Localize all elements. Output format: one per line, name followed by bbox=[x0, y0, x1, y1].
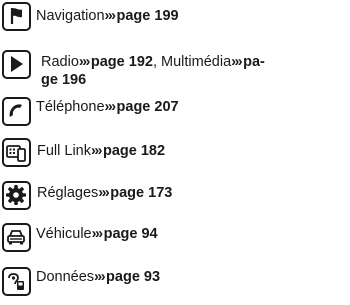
arrows-icon: ››› bbox=[98, 185, 110, 201]
flag-icon bbox=[2, 2, 31, 31]
page-reference[interactable]: page 207 bbox=[117, 99, 179, 115]
entry-label: Full Link bbox=[37, 143, 91, 159]
phone-icon bbox=[2, 97, 31, 126]
entry-text: Réglages››› page 173 bbox=[37, 185, 172, 202]
page-reference[interactable]: page 173 bbox=[110, 185, 172, 201]
entry-label: Réglages bbox=[37, 185, 99, 201]
entry-text: Téléphone››› page 207 bbox=[36, 99, 179, 116]
play-icon bbox=[2, 50, 31, 79]
entry-text-continued: ge 196 bbox=[41, 72, 86, 89]
page-reference[interactable]: ge 196 bbox=[41, 72, 86, 88]
entry-text: Full Link››› page 182 bbox=[37, 143, 165, 160]
gear-icon bbox=[2, 181, 31, 210]
arrows-icon: ››› bbox=[104, 8, 117, 24]
separator: , bbox=[152, 54, 162, 70]
arrows-icon: ››› bbox=[231, 54, 243, 70]
entry-text: Données››› page 93 bbox=[36, 269, 160, 286]
page-reference[interactable]: page 192 bbox=[91, 54, 153, 70]
entry-text: Véhicule››› page 94 bbox=[36, 226, 158, 243]
arrows-icon: ››› bbox=[104, 99, 117, 115]
arrows-icon: ››› bbox=[91, 143, 103, 159]
entry-label: Radio bbox=[41, 54, 79, 70]
entry-text: Navigation››› page 199 bbox=[36, 8, 179, 25]
page-reference[interactable]: pa- bbox=[243, 54, 265, 70]
page-reference[interactable]: page 94 bbox=[104, 226, 158, 242]
page-reference[interactable]: page 199 bbox=[117, 8, 179, 24]
entry-label: Données bbox=[36, 269, 95, 285]
full-link-icon bbox=[2, 138, 31, 167]
entry-label: Navigation bbox=[36, 8, 105, 24]
entry-label: Téléphone bbox=[36, 99, 105, 115]
page-reference[interactable]: page 182 bbox=[103, 143, 165, 159]
car-icon bbox=[2, 223, 31, 252]
page-reference[interactable]: page 93 bbox=[106, 269, 160, 285]
entry-label: Multimédia bbox=[161, 54, 232, 70]
data-icon bbox=[2, 267, 31, 296]
arrows-icon: ››› bbox=[78, 54, 91, 70]
arrows-icon: ››› bbox=[94, 269, 106, 285]
arrows-icon: ››› bbox=[91, 226, 104, 242]
entry-label: Véhicule bbox=[36, 226, 92, 242]
entry-text: Radio››› page 192, Multimédia››› pa- bbox=[41, 54, 265, 71]
